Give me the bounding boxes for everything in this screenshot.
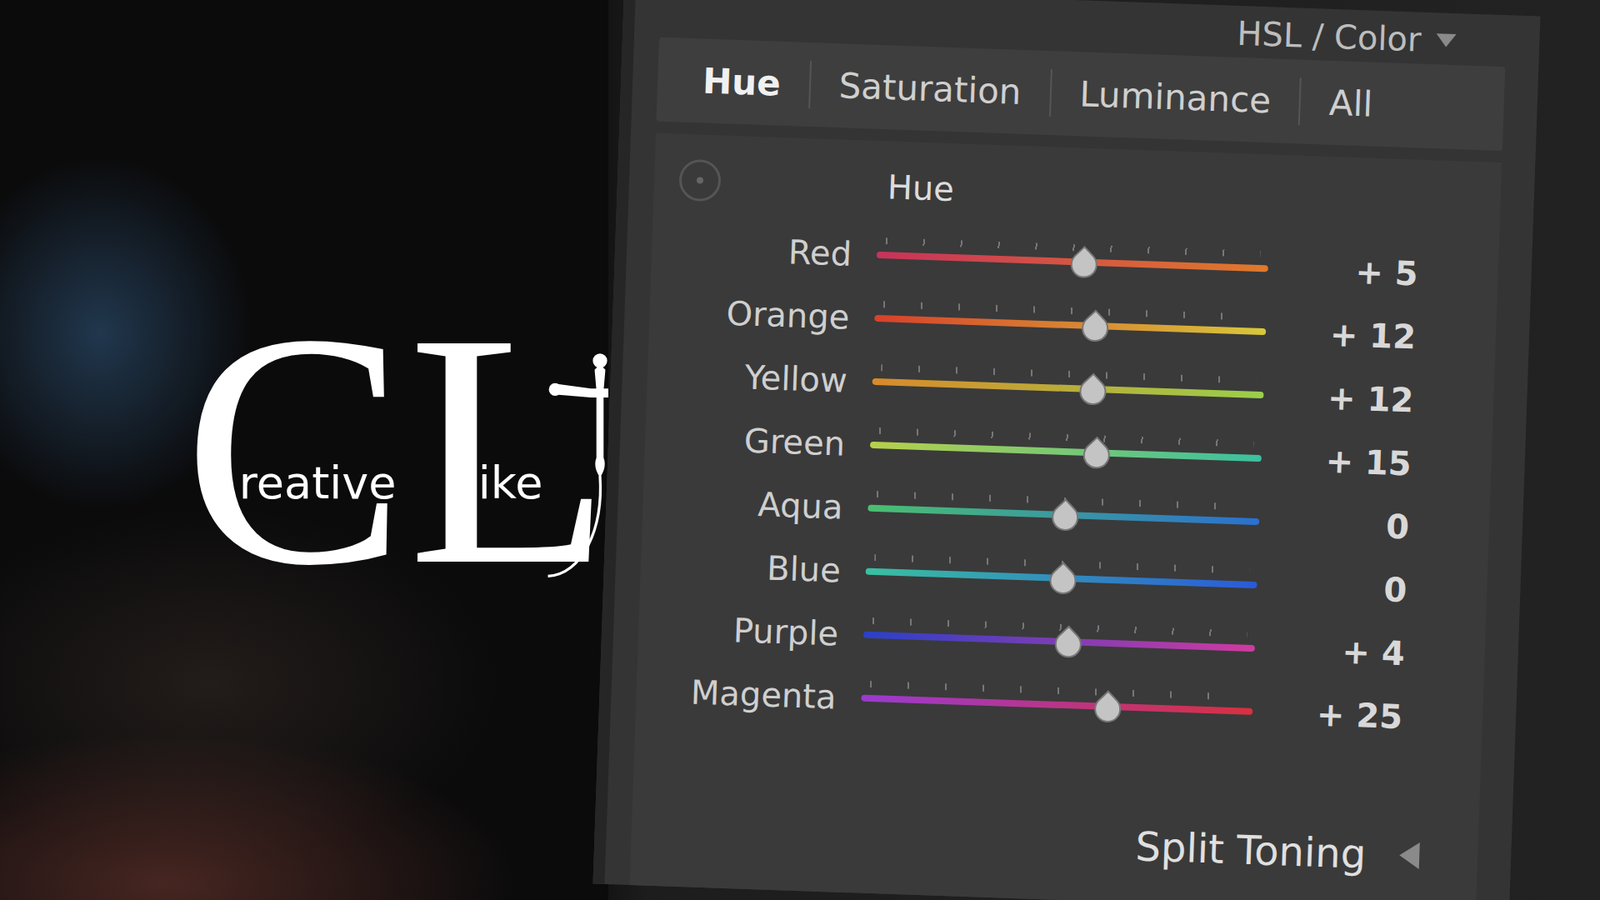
tab[interactable]: Hue: [673, 55, 811, 109]
tab[interactable]: Saturation: [810, 60, 1053, 117]
slider-value: + 4: [1279, 630, 1406, 673]
logo: CreativeLike: [183, 283, 655, 617]
slider-thumb[interactable]: [1044, 561, 1082, 600]
slider-thumb[interactable]: [1065, 245, 1103, 284]
slider-thumb[interactable]: [1088, 690, 1126, 728]
logo-initial: C: [183, 283, 398, 617]
slider-thumb[interactable]: [1076, 309, 1115, 347]
slider-value: + 12: [1288, 376, 1415, 420]
panel-title: HSL / Color: [1236, 14, 1423, 60]
screen: HSL / ColorHueSaturationLuminanceAllHueR…: [608, 0, 1600, 900]
slider-value: + 5: [1292, 250, 1420, 293]
slider-value: 0: [1283, 503, 1410, 546]
panel-body: Hue Red + 5 Orange + 12 Yellow + 12 Green + 15 Aq…: [629, 133, 1502, 900]
slider[interactable]: [866, 485, 1260, 545]
slider[interactable]: [873, 295, 1267, 355]
slider-label: Purple: [662, 608, 839, 653]
slider-label: Aqua: [667, 481, 844, 526]
slider-track: [860, 695, 1253, 715]
logo-word-rest: ike: [478, 456, 555, 511]
tab[interactable]: All: [1300, 78, 1402, 130]
thumbnail: CreativeLikeHSL / ColorHueSaturationLumi…: [0, 0, 1600, 900]
slider-value: 0: [1281, 566, 1409, 610]
expand-arrow-icon[interactable]: [1399, 841, 1420, 870]
slider[interactable]: [871, 359, 1265, 418]
slider-value: + 12: [1290, 313, 1417, 356]
slider-thumb[interactable]: [1050, 625, 1088, 664]
slider-track: [874, 315, 1266, 335]
slider-value: + 25: [1276, 693, 1404, 736]
target-adjust-icon[interactable]: [678, 159, 722, 203]
next-section-title: Split Toning: [1135, 822, 1368, 878]
slider-thumb[interactable]: [1074, 372, 1112, 410]
section-title: Hue: [886, 167, 955, 209]
tab[interactable]: Luminance: [1050, 69, 1302, 125]
slider-label: Magenta: [660, 671, 837, 716]
slider[interactable]: [865, 549, 1259, 608]
slider[interactable]: [862, 612, 1256, 671]
slider-thumb[interactable]: [1046, 498, 1085, 536]
logo-area: CreativeLike: [0, 0, 609, 900]
collapse-arrow-icon[interactable]: [1435, 33, 1457, 48]
logo-word: Like: [407, 283, 555, 617]
slider-value: + 15: [1285, 440, 1413, 483]
slider-list: Red + 5 Orange + 12 Yellow + 12 Green + 15 Aqua 0…: [660, 225, 1475, 742]
slider-label: Red: [675, 229, 852, 274]
slider[interactable]: [869, 422, 1263, 481]
slider-track: [870, 441, 1262, 462]
next-section-header[interactable]: Split Toning: [655, 772, 1455, 897]
logo-word-rest: reative: [239, 456, 409, 511]
slider-label: Orange: [674, 291, 850, 336]
slider-label: Yellow: [671, 355, 848, 400]
slider-thumb[interactable]: [1077, 436, 1115, 475]
logo-word: Creative: [183, 283, 408, 617]
slider-label: Blue: [665, 545, 841, 590]
slider[interactable]: [860, 675, 1255, 735]
hsl-panel: HSL / ColorHueSaturationLuminanceAllHueR…: [592, 0, 1540, 900]
slider-label: Green: [669, 418, 845, 463]
slider[interactable]: [875, 232, 1270, 291]
slider-track: [872, 378, 1265, 399]
